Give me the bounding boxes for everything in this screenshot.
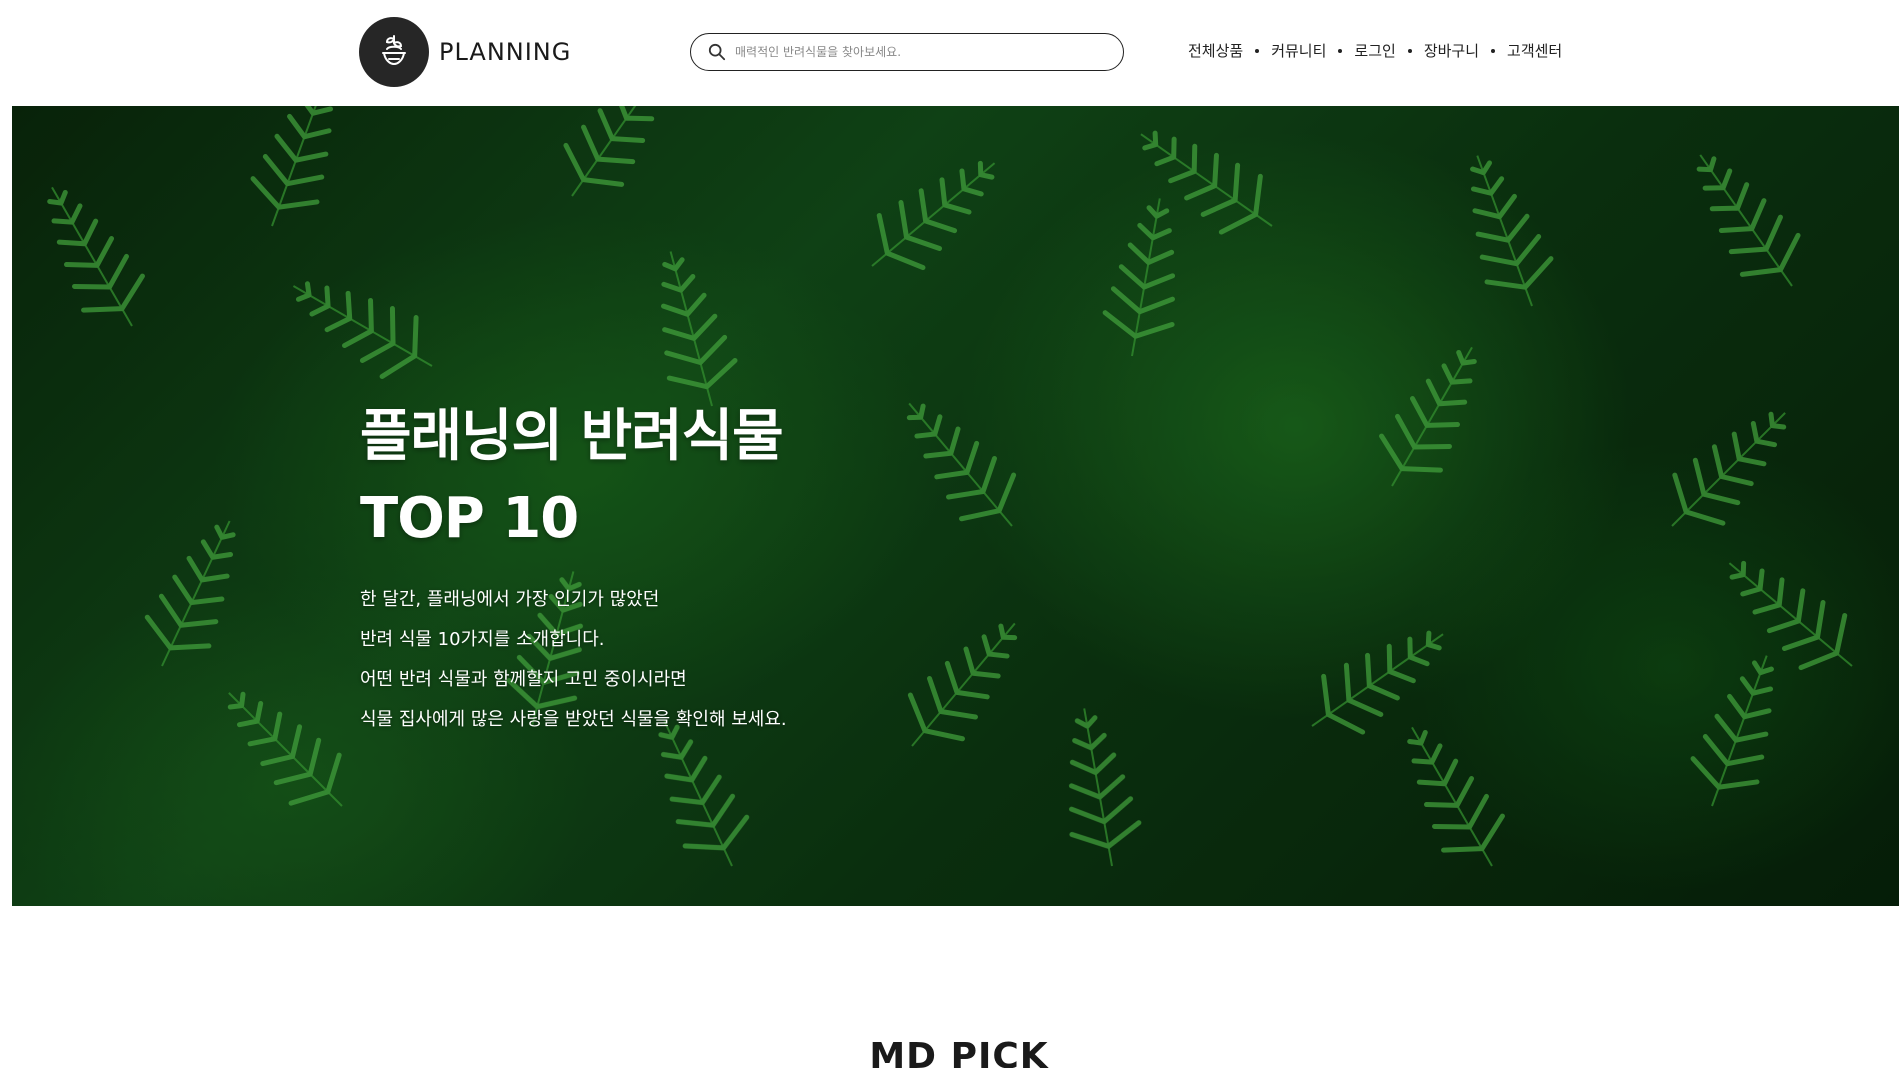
hero-left-margin [0, 106, 12, 906]
nav-separator [1407, 48, 1412, 53]
search-input[interactable] [735, 45, 1115, 59]
hero-description: 한 달간, 플래닝에서 가장 인기가 많았던 반려 식물 10가지를 소개합니다… [360, 580, 787, 740]
hero-content: 플래닝의 반려식물 TOP 10 한 달간, 플래닝에서 가장 인기가 많았던 … [360, 396, 787, 740]
nav-customer-center[interactable]: 고객센터 [1507, 40, 1562, 61]
nav-separator [1338, 48, 1343, 53]
hero-desc-line: 어떤 반려 식물과 함께할지 고민 중이시라면 [360, 669, 687, 690]
hero-title-line-2: TOP 10 [360, 486, 579, 551]
logo[interactable]: PLANNING [359, 17, 571, 87]
nav-community[interactable]: 커뮤니티 [1271, 40, 1326, 61]
search-bar[interactable] [690, 33, 1124, 71]
search-icon[interactable] [707, 42, 727, 62]
hero-desc-line: 한 달간, 플래닝에서 가장 인기가 많았던 [360, 589, 660, 610]
hero-desc-line: 반려 식물 10가지를 소개합니다. [360, 629, 605, 650]
nav-login[interactable]: 로그인 [1354, 40, 1395, 61]
hero-banner: 플래닝의 반려식물 TOP 10 한 달간, 플래닝에서 가장 인기가 많았던 … [12, 106, 1899, 906]
nav-separator [1255, 48, 1260, 53]
section-title-md-pick: MD PICK [869, 1036, 1049, 1068]
fern-background-image [12, 106, 1899, 906]
logo-text: PLANNING [439, 38, 572, 66]
hero-title: 플래닝의 반려식물 TOP 10 [360, 396, 787, 560]
hero-title-line-1: 플래닝의 반려식물 [360, 404, 784, 469]
plant-bowl-icon [359, 17, 429, 87]
nav-all-products[interactable]: 전체상품 [1188, 40, 1243, 61]
main-nav: 전체상품 커뮤니티 로그인 장바구니 고객센터 [1188, 40, 1562, 61]
nav-separator [1491, 48, 1496, 53]
site-header: PLANNING 전체상품 커뮤니티 로그인 장바구니 고객센터 [0, 0, 1899, 106]
nav-cart[interactable]: 장바구니 [1424, 40, 1479, 61]
hero-desc-line: 식물 집사에게 많은 사랑을 받았던 식물을 확인해 보세요. [360, 709, 787, 730]
